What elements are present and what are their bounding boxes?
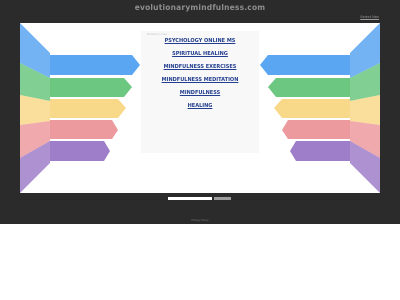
link-spiritual-healing[interactable]: SPIRITUAL HEALING — [141, 51, 259, 64]
left-arrow-yellow — [50, 99, 126, 118]
right-arrow-yellow — [274, 99, 350, 118]
left-arrow-purple — [50, 141, 110, 161]
link-mindfulness-meditation[interactable]: MINDFULNESS MEDITATION — [141, 77, 259, 90]
search-button[interactable] — [214, 197, 231, 200]
link-healing[interactable]: HEALING — [141, 103, 259, 116]
link-mindfulness-exercises[interactable]: MINDFULNESS EXERCISES — [141, 64, 259, 77]
left-arrow-green — [50, 78, 132, 97]
language-selector[interactable]: Select Nav — [360, 15, 379, 19]
right-arrow-purple — [290, 141, 350, 161]
right-arrow-blue — [260, 55, 350, 75]
link-psychology-online-ms[interactable]: PSYCHOLOGY ONLINE MS — [141, 38, 259, 51]
link-mindfulness[interactable]: MINDFULNESS — [141, 90, 259, 103]
related-links-label: Related Links — [147, 32, 168, 36]
left-arrow-blue — [50, 55, 140, 75]
domain-title: evolutionarymindfulness.com — [134, 3, 266, 12]
privacy-policy-link[interactable]: Privacy Policy — [0, 219, 400, 222]
right-arrow-green — [268, 78, 350, 97]
right-arrow-red — [282, 120, 350, 139]
search-input[interactable] — [168, 197, 212, 200]
left-arrow-red — [50, 120, 118, 139]
links-list: PSYCHOLOGY ONLINE MS SPIRITUAL HEALING M… — [141, 38, 259, 116]
